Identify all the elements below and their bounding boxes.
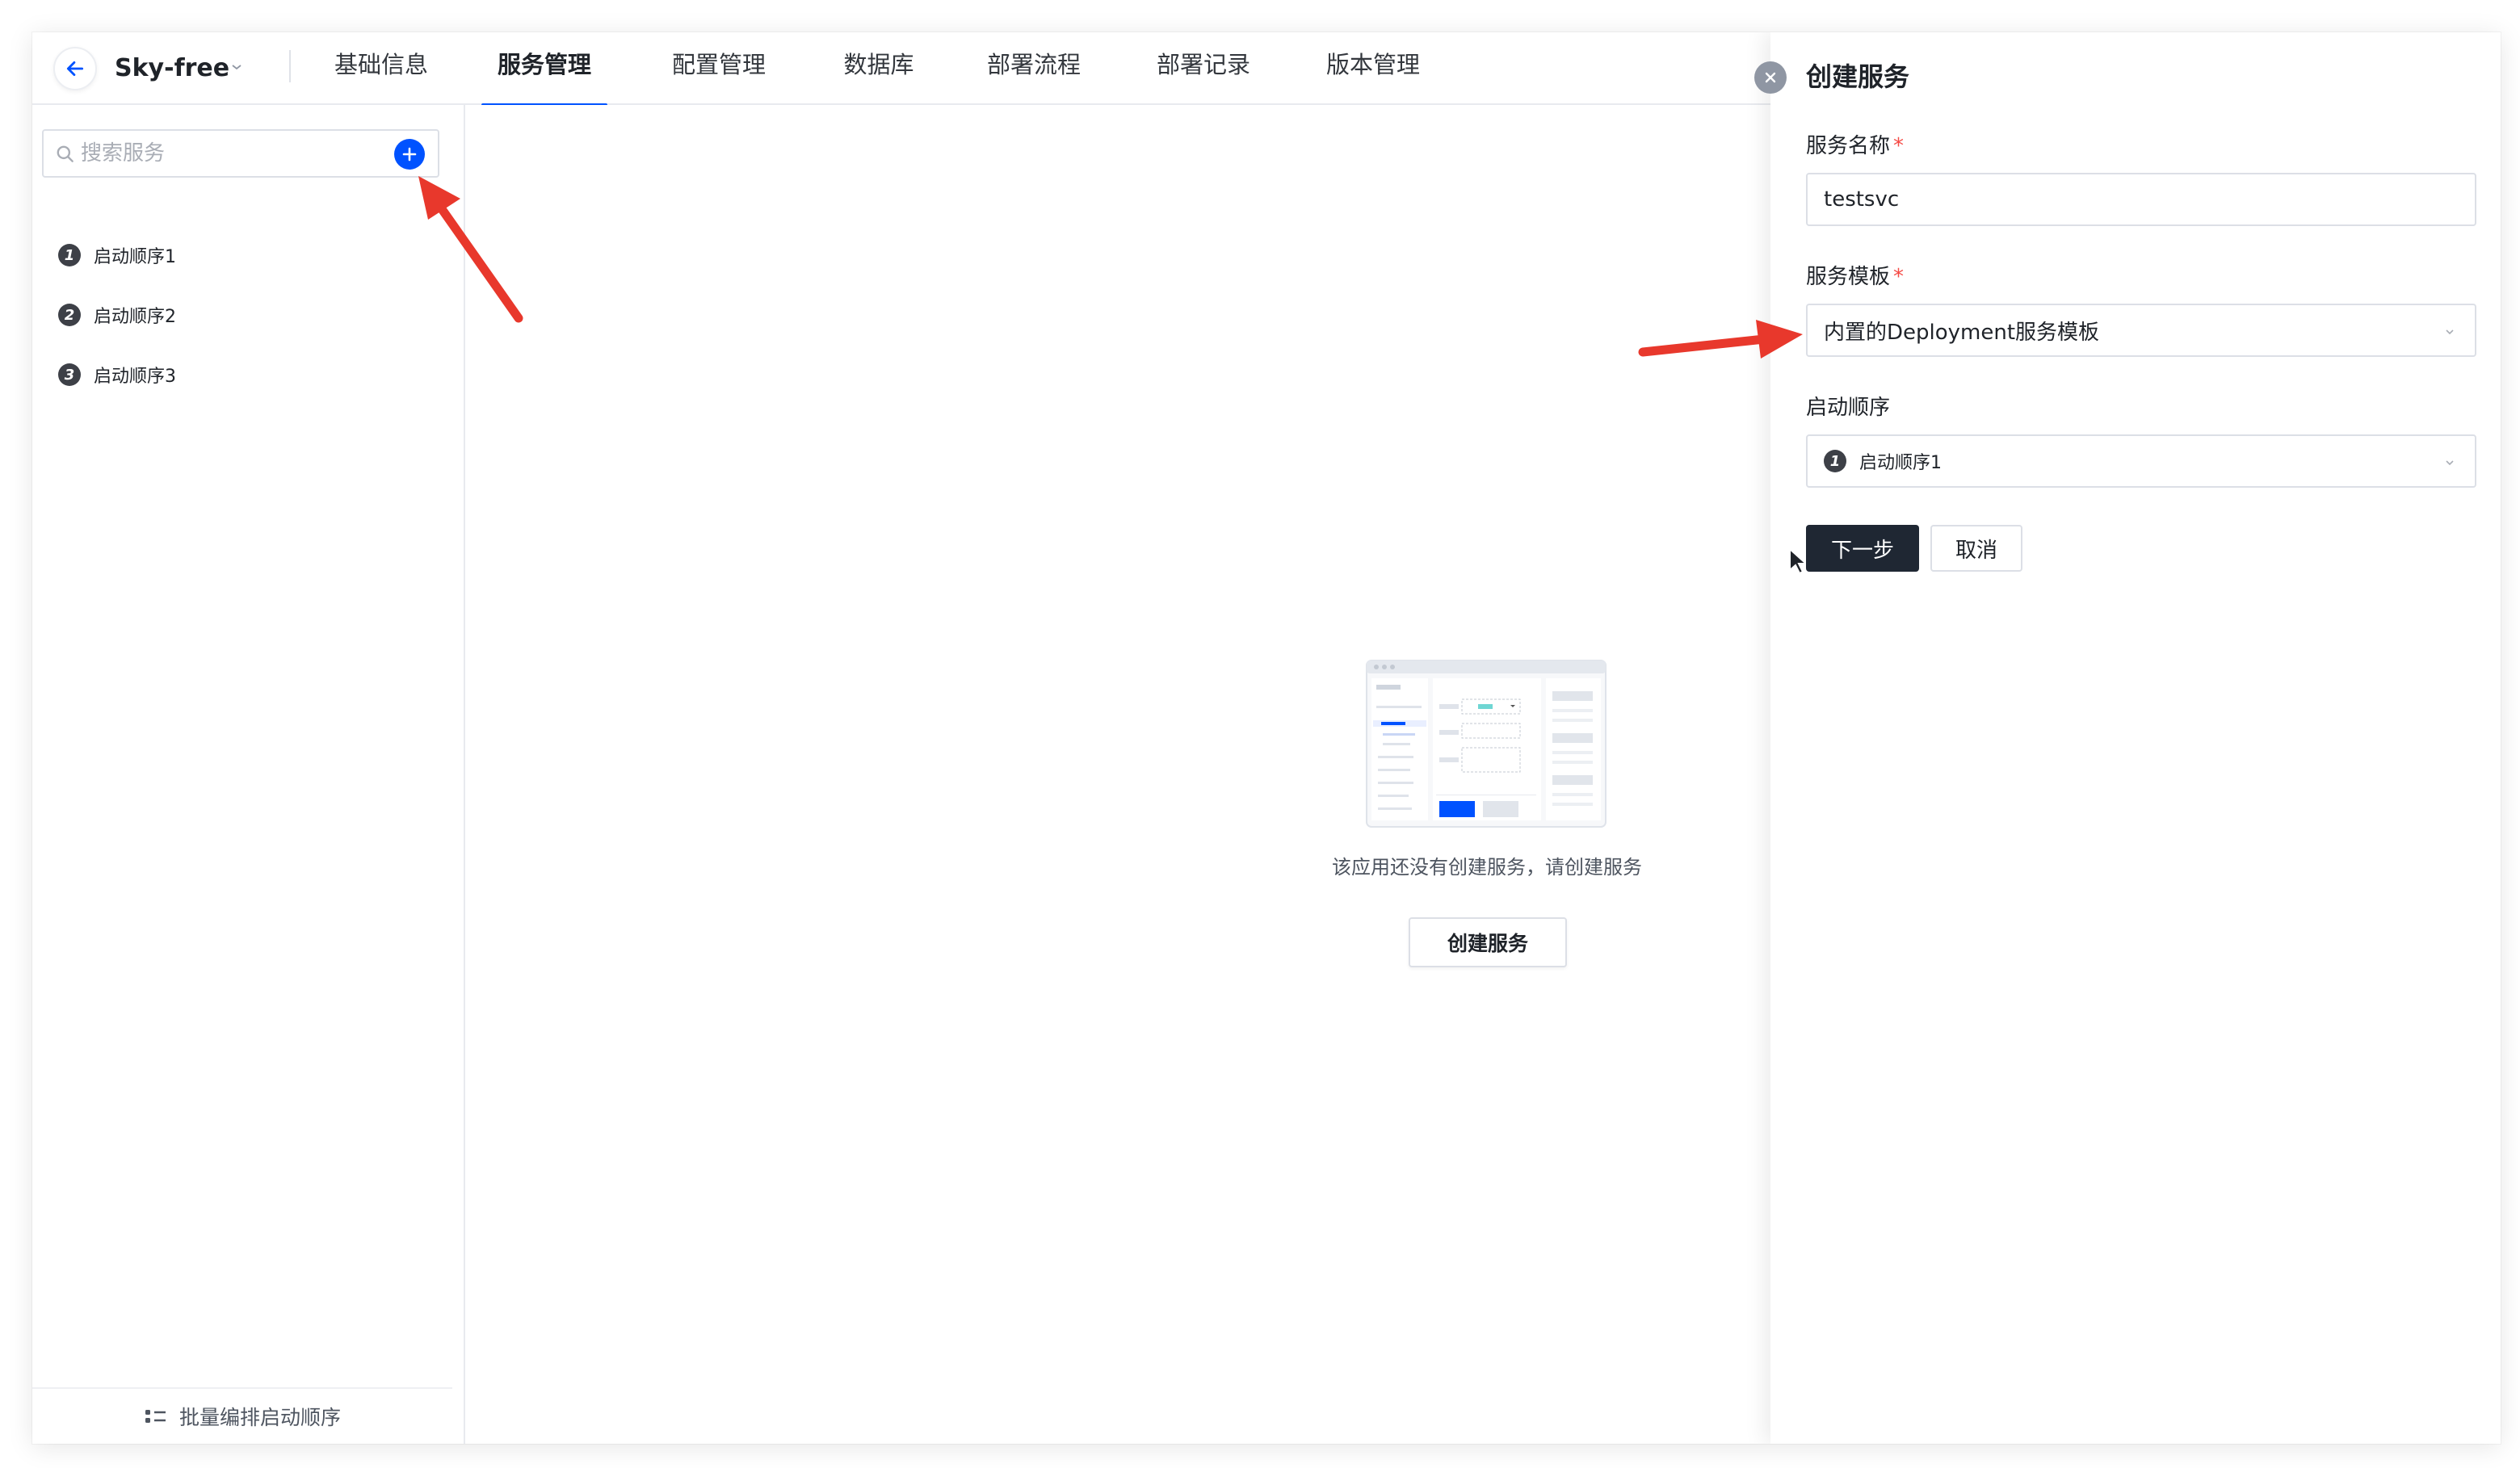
arrow-left-icon [66,61,84,76]
back-button[interactable] [53,47,97,90]
app-window: Sky-free 基础信息 服务管理 配置管理 数据库 部署流程 部署记录 版本… [32,32,2501,1444]
list-icon [145,1410,166,1423]
plus-icon [402,147,417,161]
start-order-label: 启动顺序 [1806,396,1891,420]
service-template-value: 内置的Deployment服务模板 [1824,320,2100,345]
chevron-down-icon[interactable] [226,55,247,79]
chevron-down-icon [2446,460,2454,466]
sidebar-item-label: 启动顺序3 [94,367,176,387]
nav-divider [289,50,291,82]
search-input[interactable] [81,136,388,171]
tab-service-management[interactable]: 服务管理 [481,32,607,107]
sidebar-item-label: 启动顺序1 [94,247,176,267]
close-drawer-button[interactable] [1754,61,1787,94]
service-name-label: 服务名称 * [1806,129,1904,159]
tab-version-management[interactable]: 版本管理 [1318,32,1428,105]
required-marker: * [1893,265,1905,289]
add-service-button[interactable] [394,139,425,170]
service-template-select[interactable]: 内置的Deployment服务模板 [1806,304,2476,357]
main-content: 该应用还没有创建服务，请创建服务 创建服务 [467,105,1770,1444]
search-icon [57,145,74,162]
start-order-value: 启动顺序1 [1859,453,1942,473]
service-name-label-text: 服务名称 [1806,134,1891,158]
tab-deploy-flow[interactable]: 部署流程 [979,32,1089,105]
tab-config-management[interactable]: 配置管理 [664,32,774,105]
tab-basic-info[interactable]: 基础信息 [326,32,436,105]
drawer-title: 创建服务 [1806,61,1910,92]
sidebar-item-order-2[interactable]: 2 启动顺序2 [58,299,176,331]
tab-deploy-records[interactable]: 部署记录 [1149,32,1258,105]
service-name-input[interactable] [1824,187,2438,212]
chevron-down-icon [2446,329,2454,335]
cancel-button[interactable]: 取消 [1930,525,2022,572]
next-step-button[interactable]: 下一步 [1806,525,1919,572]
search-box [42,129,439,178]
service-template-label: 服务模板 * [1806,260,1904,290]
sidebar-item-order-3[interactable]: 3 启动顺序3 [58,359,176,391]
create-service-button[interactable]: 创建服务 [1409,917,1567,967]
sidebar-item-label: 启动顺序2 [94,307,176,327]
empty-state-text: 该应用还没有创建服务，请创建服务 [1332,856,1642,879]
order-number-badge: 2 [58,304,81,326]
empty-state-illustration [1366,660,1606,828]
mouse-cursor-icon [1789,547,1806,575]
service-template-label-text: 服务模板 [1806,265,1891,289]
service-sidebar: 1 启动顺序1 2 启动顺序2 3 启动顺序3 批量编排启动顺序 [32,105,465,1444]
tab-database[interactable]: 数据库 [835,32,922,105]
required-marker: * [1893,134,1905,158]
start-order-select[interactable]: 1 启动顺序1 [1806,434,2476,488]
order-number-badge: 1 [1824,450,1846,472]
top-nav: Sky-free 基础信息 服务管理 配置管理 数据库 部署流程 部署记录 版本… [32,32,1770,107]
service-name-field [1806,173,2476,226]
create-service-drawer: 创建服务 服务名称* 服务模板* 内置的Deployment服务模板 启动顺序 … [1754,32,2501,1444]
order-number-badge: 1 [58,244,81,266]
order-number-badge: 3 [58,363,81,386]
batch-order-label: 批量编排启动顺序 [178,1406,341,1429]
close-icon [1765,72,1776,83]
batch-order-button[interactable]: 批量编排启动顺序 [32,1387,452,1444]
app-name[interactable]: Sky-free [115,48,229,89]
sidebar-item-order-1[interactable]: 1 启动顺序1 [58,239,176,271]
